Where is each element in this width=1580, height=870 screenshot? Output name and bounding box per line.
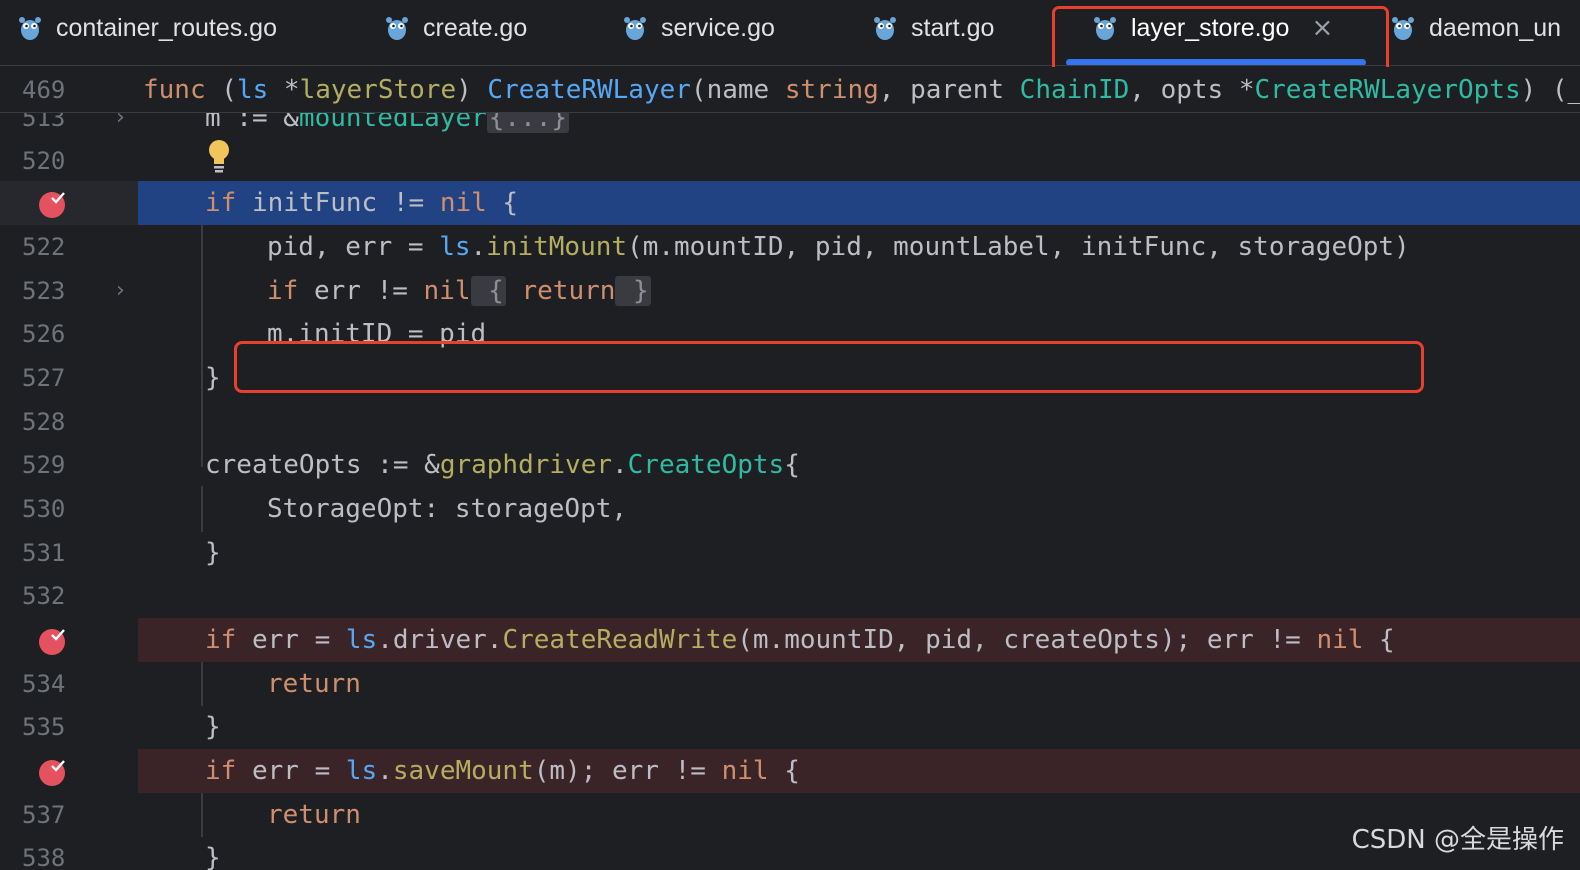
breakpoint-verified-icon[interactable] bbox=[37, 757, 67, 787]
code-line: m := & mountedLayer {...} bbox=[205, 113, 570, 140]
tab-label: daemon_un bbox=[1429, 13, 1562, 42]
line-number: 520 bbox=[22, 146, 66, 175]
line-number: 526 bbox=[22, 319, 66, 348]
breakpoint-verified-icon[interactable] bbox=[37, 189, 67, 219]
code-line: StorageOpt: storageOpt, bbox=[267, 493, 628, 524]
tab-container-routes[interactable]: container_routes.go bbox=[18, 0, 277, 56]
line-number: 537 bbox=[22, 800, 66, 829]
line-number: 523 bbox=[22, 276, 66, 305]
tab-label: container_routes.go bbox=[56, 13, 277, 42]
code-row[interactable]: 522 pid, err = ls. initMount (m.mountID, p… bbox=[0, 225, 1580, 269]
tab-label: layer_store.go bbox=[1131, 13, 1290, 42]
breakpoint-verified-icon[interactable] bbox=[37, 626, 67, 656]
code-line: pid, err = ls. initMount (m.mountID, pid, … bbox=[267, 231, 1410, 262]
code-line: m.initID = pid bbox=[267, 318, 487, 349]
fold-chevron-right-icon[interactable]: › bbox=[116, 269, 125, 313]
watermark: CSDN @全是操作 bbox=[1351, 825, 1564, 855]
code-line: if err != nil { return } bbox=[267, 275, 651, 306]
code-row[interactable]: 513 › m := & mountedLayer {...} bbox=[0, 113, 1580, 140]
code-row[interactable]: 528 bbox=[0, 400, 1580, 444]
tab-label: start.go bbox=[911, 13, 995, 42]
line-number: 469 bbox=[22, 76, 66, 104]
fold-chevron-right-icon[interactable]: › bbox=[116, 113, 125, 140]
go-gopher-icon bbox=[19, 17, 41, 40]
code-row[interactable]: 530 StorageOpt: storageOpt, bbox=[0, 487, 1580, 531]
active-tab-indicator bbox=[1066, 59, 1366, 65]
code-row-breakpoint[interactable]: 533 if err = ls.driver.CreateReadWrite(m… bbox=[0, 618, 1580, 662]
sticky-function-header[interactable]: 469 func (ls * layerStore) CreateRWLayer(… bbox=[0, 67, 1580, 113]
close-icon[interactable]: × bbox=[1311, 13, 1333, 43]
line-number: 534 bbox=[22, 669, 66, 698]
code-row[interactable]: 534 return bbox=[0, 662, 1580, 706]
code-row-execution-point[interactable]: 521 if initFunc != nil { bbox=[0, 181, 1580, 225]
tab-label: service.go bbox=[661, 13, 775, 42]
line-number: 535 bbox=[22, 712, 66, 741]
tab-service[interactable]: service.go bbox=[623, 0, 775, 56]
code-row[interactable]: 523 › if err != nil { return } bbox=[0, 269, 1580, 313]
line-number: 531 bbox=[22, 538, 66, 567]
code-row[interactable]: 538 } bbox=[0, 836, 1580, 870]
line-number: 513 bbox=[22, 113, 66, 132]
tab-daemon-un[interactable]: daemon_un bbox=[1391, 0, 1561, 56]
line-number: 529 bbox=[22, 450, 66, 479]
code-line: createOpts := & graphdriver. CreateOpts{ bbox=[205, 449, 800, 480]
tab-create[interactable]: create.go bbox=[385, 0, 527, 56]
editor-tab-bar: container_routes.go create.go service.go… bbox=[0, 0, 1580, 66]
code-line: if err = ls. saveMount (m); err != nil { bbox=[205, 755, 800, 786]
go-gopher-icon bbox=[1392, 17, 1414, 40]
line-number: 532 bbox=[22, 581, 66, 610]
line-number: 538 bbox=[22, 843, 66, 870]
code-row[interactable]: 529 createOpts := & graphdriver. CreateOpt… bbox=[0, 443, 1580, 487]
go-gopher-icon bbox=[624, 17, 646, 40]
code-row-breakpoint[interactable]: 536 if err = ls.saveMount(m); err != nil… bbox=[0, 749, 1580, 793]
intention-bulb-icon[interactable] bbox=[206, 137, 232, 177]
code-line: return bbox=[267, 668, 361, 699]
go-gopher-icon bbox=[874, 17, 896, 40]
code-row[interactable]: 537 return bbox=[0, 793, 1580, 837]
line-number: 528 bbox=[22, 407, 66, 436]
code-line: } bbox=[205, 842, 221, 870]
code-line: func (ls * layerStore) CreateRWLayer(name… bbox=[143, 75, 1580, 105]
tab-start[interactable]: start.go bbox=[873, 0, 994, 56]
code-editor[interactable]: 513 › m := &mountedLayer{...} 520 521 if… bbox=[0, 113, 1580, 870]
line-number: 527 bbox=[22, 363, 66, 392]
code-line: if initFunc != nil { bbox=[205, 187, 519, 218]
code-row[interactable]: 531 } bbox=[0, 531, 1580, 575]
code-line: if err = ls .driver. CreateReadWrite (m.mou… bbox=[205, 624, 1395, 655]
go-gopher-icon bbox=[386, 17, 408, 40]
code-row[interactable]: 532 bbox=[0, 574, 1580, 618]
tab-label: create.go bbox=[423, 13, 528, 42]
code-line: } bbox=[205, 362, 221, 393]
code-line: return bbox=[267, 799, 361, 830]
code-line: } bbox=[205, 537, 221, 568]
code-row[interactable]: 526 m.initID = pid bbox=[0, 312, 1580, 356]
code-row[interactable]: 520 bbox=[0, 139, 1580, 183]
line-number: 530 bbox=[22, 494, 66, 523]
tab-layer-store[interactable]: layer_store.go × bbox=[1093, 0, 1333, 56]
code-row[interactable]: 535 } bbox=[0, 705, 1580, 749]
line-number: 522 bbox=[22, 232, 66, 261]
code-line: } bbox=[205, 711, 221, 742]
go-gopher-icon bbox=[1094, 17, 1116, 40]
code-row[interactable]: 527 } bbox=[0, 356, 1580, 400]
